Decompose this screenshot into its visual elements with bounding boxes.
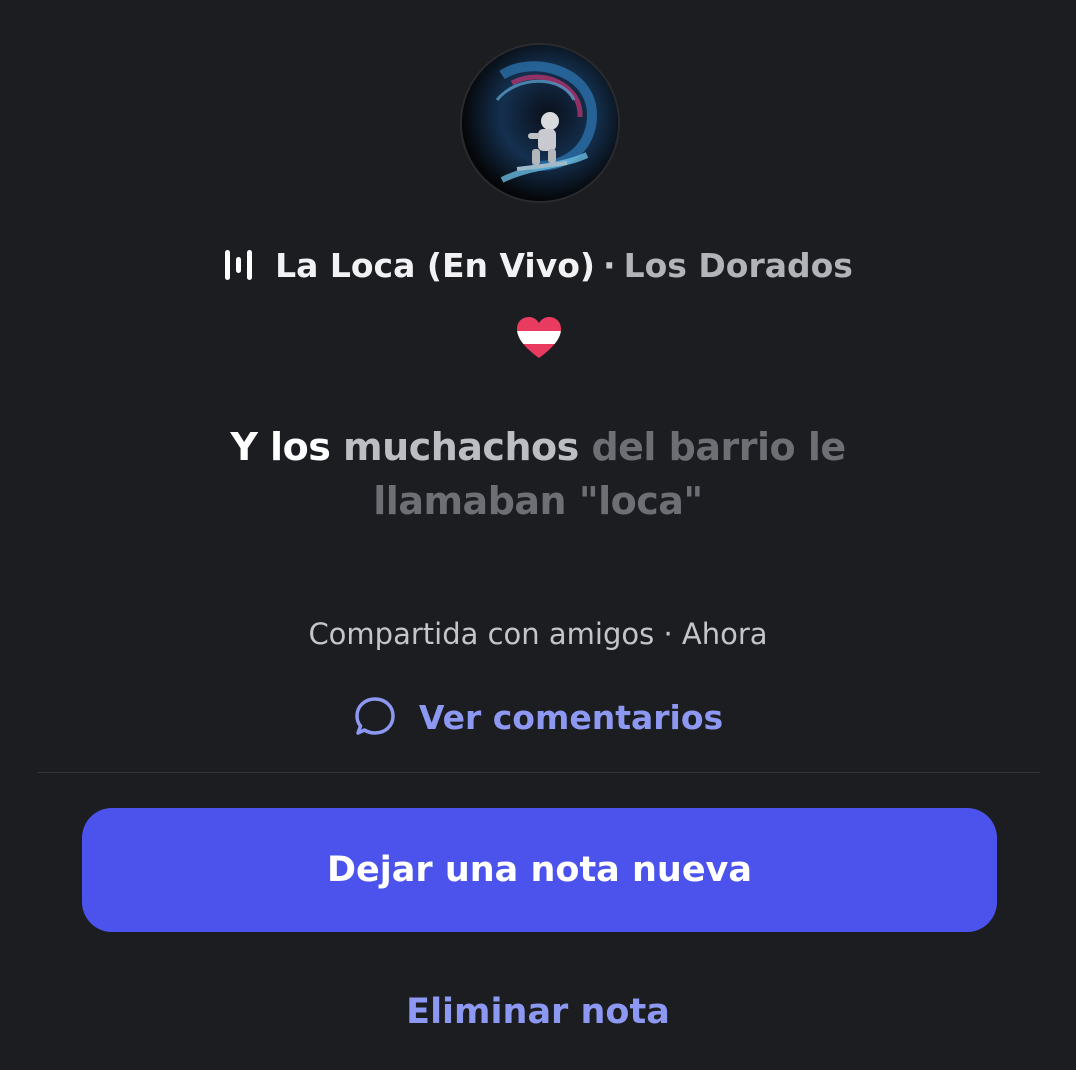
song-title: La Loca (En Vivo) <box>275 245 596 285</box>
album-art-avatar <box>462 45 618 201</box>
view-comments-label: Ver comentarios <box>418 697 724 737</box>
now-playing-line[interactable]: La Loca (En Vivo) · Los Dorados <box>0 240 1076 290</box>
lyrics-line-1: Y los muchachos del barrio le <box>0 420 1076 474</box>
lyrics-current-word: muchachos <box>343 425 579 469</box>
speech-bubble-icon <box>355 697 395 735</box>
lyrics-upcoming-line-2: llamaban "loca" <box>373 479 703 523</box>
lyrics-excerpt: Y los muchachos del barrio le llamaban "… <box>0 420 1076 528</box>
separator-dot: · <box>603 245 616 285</box>
lyrics-line-2: llamaban "loca" <box>0 474 1076 528</box>
view-comments-link[interactable]: Ver comentarios <box>0 692 1076 742</box>
audio-bars-icon <box>225 250 253 280</box>
delete-note-button[interactable]: Eliminar nota <box>0 992 1076 1032</box>
shared-status: Compartida con amigos · Ahora <box>308 617 768 651</box>
new-note-button[interactable]: Dejar una nota nueva <box>82 808 997 932</box>
lyrics-upcoming: del barrio le <box>578 425 846 469</box>
heart-icon <box>517 317 561 358</box>
divider <box>38 772 1040 773</box>
artist-name: Los Dorados <box>623 245 853 285</box>
lyrics-sung: Y los <box>230 425 344 469</box>
